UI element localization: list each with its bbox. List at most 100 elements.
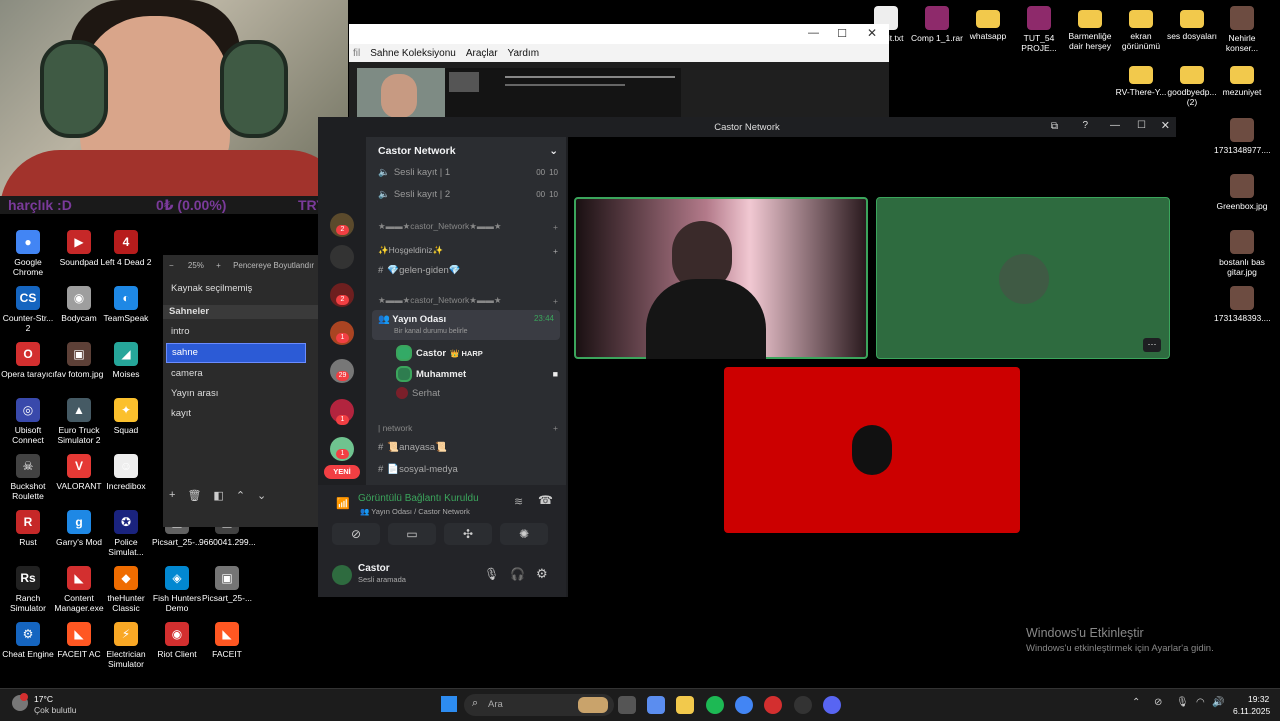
file-item[interactable]: 1731348977.... bbox=[1214, 118, 1271, 155]
move-up-icon[interactable]: ⌃ bbox=[236, 489, 245, 502]
file-item[interactable]: Nehirle konser... bbox=[1214, 6, 1270, 53]
category-header[interactable]: ★▬▬★castor_Network★▬▬★ + bbox=[378, 221, 558, 232]
popout-icon[interactable]: ⧉ bbox=[1051, 121, 1058, 132]
resize-to-window-button[interactable]: Pencereye Boyutlandır bbox=[233, 261, 314, 270]
discord-icon[interactable] bbox=[823, 696, 841, 714]
desktop-icon[interactable]: O Opera tarayıcı bbox=[0, 342, 56, 379]
add-channel-icon[interactable]: + bbox=[553, 222, 558, 232]
minimize-icon[interactable]: — bbox=[808, 27, 819, 39]
voice-channel[interactable]: 🔈 Sesli kayıt | 2 00 10 bbox=[378, 189, 558, 200]
volume-icon[interactable]: 🔊 bbox=[1212, 697, 1224, 708]
maximize-icon[interactable]: ☐ bbox=[1137, 120, 1146, 131]
activities-button[interactable]: ✣ bbox=[444, 523, 492, 545]
chrome-icon[interactable] bbox=[735, 696, 753, 714]
desktop-icon[interactable]: Rs Ranch Simulator bbox=[0, 566, 56, 613]
close-icon[interactable]: ✕ bbox=[867, 26, 877, 40]
network-icon[interactable]: ⊘ bbox=[1154, 697, 1162, 708]
file-item[interactable]: bostanlı bas gitar.jpg bbox=[1214, 230, 1270, 277]
menu-scene-collection[interactable]: Sahne Koleksiyonu bbox=[370, 48, 456, 59]
copilot-icon[interactable] bbox=[647, 696, 665, 714]
menu-tools[interactable]: Araçlar bbox=[466, 48, 498, 59]
obs-icon[interactable] bbox=[794, 696, 812, 714]
scene-item[interactable]: kayıt bbox=[166, 405, 306, 423]
folder-item[interactable]: goodbyedp... (2) bbox=[1164, 62, 1220, 107]
temperature[interactable]: 17°C bbox=[34, 694, 53, 704]
desktop-icon[interactable]: ◎ Ubisoft Connect bbox=[0, 398, 56, 445]
add-channel-icon[interactable]: + bbox=[553, 296, 558, 306]
taskbar-search[interactable]: ⌕ Ara bbox=[464, 694, 614, 716]
move-down-icon[interactable]: ⌄ bbox=[257, 489, 266, 502]
desktop-icon[interactable]: ● Google Chrome bbox=[0, 230, 56, 277]
disconnect-icon[interactable]: ☎ bbox=[538, 493, 553, 507]
desktop-icon[interactable]: ◈ Fish Hunters Demo bbox=[149, 566, 205, 613]
category-header[interactable]: ✨Hoşgeldiniz✨ + bbox=[378, 245, 558, 256]
voice-member[interactable]: Muhammet ■ bbox=[396, 366, 558, 382]
chevron-up-icon[interactable]: ⌃ bbox=[1132, 697, 1140, 708]
voice-channel[interactable]: 🔈 Sesli kayıt | 1 00 10 bbox=[378, 167, 558, 178]
folder-item[interactable]: Barmenliğe dair herşey bbox=[1062, 6, 1118, 51]
channel-status[interactable]: Bir kanal durumu belirle bbox=[394, 328, 468, 335]
scene-item[interactable]: camera bbox=[166, 365, 306, 383]
maximize-icon[interactable]: ☐ bbox=[837, 27, 847, 40]
remove-scene-icon[interactable]: 🗑 bbox=[187, 489, 201, 502]
desktop-icon[interactable]: ▣ Picsart_25-... bbox=[199, 566, 255, 603]
desktop-icon[interactable]: ✪ Police Simulat... bbox=[98, 510, 154, 557]
zoom-in-button[interactable]: + bbox=[216, 261, 221, 270]
desktop-icon[interactable]: ☠ Buckshot Roulette bbox=[0, 454, 56, 501]
video-tile-muhammet[interactable]: ··· bbox=[876, 197, 1170, 359]
more-options-icon[interactable]: ··· bbox=[1143, 338, 1161, 352]
windows-start-icon[interactable] bbox=[441, 696, 457, 712]
file-item[interactable]: 1731348393.... bbox=[1214, 286, 1271, 323]
voice-member[interactable]: Castor 👑 HARP bbox=[396, 345, 558, 361]
noise-suppression-icon[interactable]: ≋ bbox=[514, 495, 523, 508]
headphones-icon[interactable]: 🎧 bbox=[510, 567, 525, 581]
desktop-icon[interactable]: R Rust bbox=[0, 510, 56, 547]
text-channel[interactable]: # 📄sosyal-medya bbox=[378, 464, 558, 475]
file-item[interactable]: TUT_54 PROJE... bbox=[1011, 6, 1067, 53]
clock-date[interactable]: 6.11.2025 bbox=[1233, 706, 1270, 716]
signal-icon[interactable]: 📶 bbox=[336, 497, 350, 510]
weather-text[interactable]: Çok bulutlu bbox=[34, 705, 77, 715]
desktop-icon[interactable]: ⚙ Cheat Engine bbox=[0, 622, 56, 659]
video-tile-serhat[interactable] bbox=[724, 367, 1020, 533]
file-item[interactable]: Greenbox.jpg bbox=[1214, 174, 1270, 211]
connection-detail[interactable]: 👥 Yayın Odası / Castor Network bbox=[360, 507, 470, 516]
category-header[interactable]: ★▬▬★castor_Network★▬▬★ + bbox=[378, 295, 558, 306]
close-icon[interactable]: ✕ bbox=[1161, 119, 1170, 132]
scene-item[interactable]: intro bbox=[166, 323, 306, 341]
folder-item[interactable]: RV-There-Y... bbox=[1113, 62, 1169, 97]
add-channel-icon[interactable]: + bbox=[553, 246, 558, 256]
menu-file[interactable]: fil bbox=[353, 48, 360, 59]
file-explorer-icon[interactable] bbox=[676, 696, 694, 714]
desktop-icon[interactable]: 4 Left 4 Dead 2 bbox=[98, 230, 154, 267]
wifi-icon[interactable]: ◠ bbox=[1196, 697, 1205, 708]
text-channel[interactable]: # 💎gelen-giden💎 bbox=[378, 265, 558, 276]
folder-item[interactable]: whatsapp bbox=[960, 6, 1016, 41]
server-header[interactable]: Castor Network ⌄ bbox=[378, 145, 558, 157]
scene-item[interactable]: sahne bbox=[166, 343, 306, 363]
microphone-icon[interactable]: 🎙 bbox=[484, 567, 499, 581]
text-channel[interactable]: # 📜anayasa📜 bbox=[378, 442, 558, 453]
folder-item[interactable]: ses dosyaları bbox=[1164, 6, 1220, 41]
desktop-icon[interactable]: ◐ TeamSpeak bbox=[98, 286, 154, 323]
scene-item[interactable]: Yayın arası bbox=[166, 385, 306, 403]
desktop-icon[interactable]: ⚡ Electrician Simulator bbox=[98, 622, 154, 669]
desktop-icon[interactable]: ◉ Riot Client bbox=[149, 622, 205, 659]
desktop-icon[interactable]: ☺ Incredibox bbox=[98, 454, 154, 491]
microphone-icon[interactable]: 🎙 bbox=[1176, 697, 1189, 708]
opera-icon[interactable] bbox=[764, 696, 782, 714]
desktop-icon[interactable]: ◣ FACEIT bbox=[199, 622, 255, 659]
screen-share-button[interactable]: ▭ bbox=[388, 523, 436, 545]
voice-channel-active[interactable]: 👥 Yayın Odası 23:44 Bir kanal durumu bel… bbox=[372, 310, 560, 340]
folder-item[interactable]: ekran görünümü bbox=[1113, 6, 1169, 51]
desktop-icon[interactable]: ✦ Squad bbox=[98, 398, 154, 435]
minimize-icon[interactable]: — bbox=[1110, 120, 1120, 131]
spotify-icon[interactable] bbox=[706, 696, 724, 714]
desktop-icon[interactable]: ◆ theHunter Classic bbox=[98, 566, 154, 613]
file-item[interactable]: Comp 1_1.rar bbox=[909, 6, 965, 43]
zoom-out-button[interactable]: − bbox=[169, 261, 174, 270]
help-icon[interactable]: ? bbox=[1082, 120, 1088, 131]
camera-toggle-button[interactable]: ⊘ bbox=[332, 523, 380, 545]
add-channel-icon[interactable]: + bbox=[553, 423, 558, 433]
avatar[interactable] bbox=[332, 565, 352, 585]
